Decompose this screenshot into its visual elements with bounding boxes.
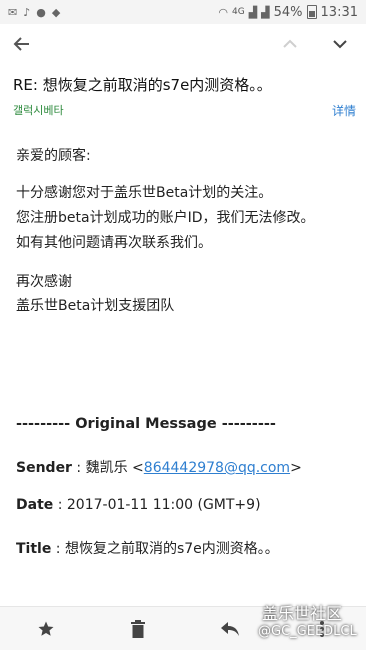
greeting: 亲爱的顾客: xyxy=(16,148,91,164)
original-title-line: Title : 想恢复之前取消的s7e内测资格。。 xyxy=(16,538,279,558)
battery-icon xyxy=(306,5,317,19)
mail-icon: ✉ xyxy=(8,5,18,19)
trash-icon xyxy=(131,620,145,638)
original-sender-name: : 魏凯乐 < xyxy=(71,460,144,476)
star-button[interactable] xyxy=(32,615,60,643)
watermark-community: 盖乐世社区 xyxy=(262,604,343,623)
details-link[interactable]: 详情 xyxy=(332,102,356,119)
email-subject: RE: 想恢复之前取消的s7e内测资格。。 xyxy=(13,76,272,94)
qq-icon: ◆ xyxy=(51,5,61,19)
chevron-up-icon xyxy=(283,39,297,48)
title-value: : 想恢复之前取消的s7e内测资格。。 xyxy=(51,541,279,557)
status-notifications: ✉ ♪ ● ◆ xyxy=(8,7,60,18)
status-system: ◠ 4G ▟ ▟ 54% 13:31 xyxy=(218,5,358,20)
signal-icon-2: ▟ xyxy=(261,5,270,19)
status-bar: ✉ ♪ ● ◆ ◠ 4G ▟ ▟ 54% 13:31 xyxy=(0,0,366,24)
wechat-icon: ● xyxy=(36,5,46,19)
title-label: Title xyxy=(16,541,52,557)
reply-button[interactable] xyxy=(216,615,244,643)
wifi-icon: ◠ xyxy=(218,5,228,19)
star-icon xyxy=(38,621,54,636)
body-paragraph-2: 您注册beta计划成功的账户ID，我们无法修改。 xyxy=(16,210,315,226)
chevron-down-icon xyxy=(333,40,347,49)
clock: 13:31 xyxy=(320,4,358,20)
delete-button[interactable] xyxy=(124,615,152,643)
next-email-button[interactable] xyxy=(320,24,360,64)
sender-email-link[interactable]: 864442978@qq.com xyxy=(144,460,290,476)
sender-label: Sender xyxy=(16,460,72,476)
body-paragraph-3: 如有其他问题请再次联系我们。 xyxy=(16,235,212,251)
watermark-handle: @GC_GEEDLCL xyxy=(258,624,357,639)
original-date-line: Date : 2017-01-11 11:00 (GMT+9) xyxy=(16,497,261,513)
closing-line-2: 盖乐世Beta计划支援团队 xyxy=(16,298,175,314)
arrow-left-icon xyxy=(13,37,29,51)
sender-email-close: > xyxy=(290,460,302,476)
original-sender-line: Sender : 魏凯乐 <864442978@qq.com> xyxy=(16,457,302,477)
reply-icon xyxy=(221,622,239,636)
body-paragraph-1: 十分感谢您对于盖乐世Beta计划的关注。 xyxy=(16,185,273,201)
back-button[interactable] xyxy=(2,24,42,64)
sender-name[interactable]: 갤럭시베타 xyxy=(13,102,64,118)
closing-line-1: 再次感谢 xyxy=(16,274,72,290)
battery-percent: 54% xyxy=(273,4,303,20)
original-message-header: --------- Original Message --------- xyxy=(16,416,276,432)
network-label: 4G xyxy=(231,7,245,17)
mic-icon: ♪ xyxy=(23,5,31,19)
toolbar xyxy=(0,24,366,64)
original-message-label: --------- Original Message --------- xyxy=(16,416,276,432)
date-value: : 2017-01-11 11:00 (GMT+9) xyxy=(53,497,261,513)
date-label: Date xyxy=(16,497,54,513)
previous-email-button[interactable] xyxy=(270,24,310,64)
signal-icon: ▟ xyxy=(248,5,258,19)
